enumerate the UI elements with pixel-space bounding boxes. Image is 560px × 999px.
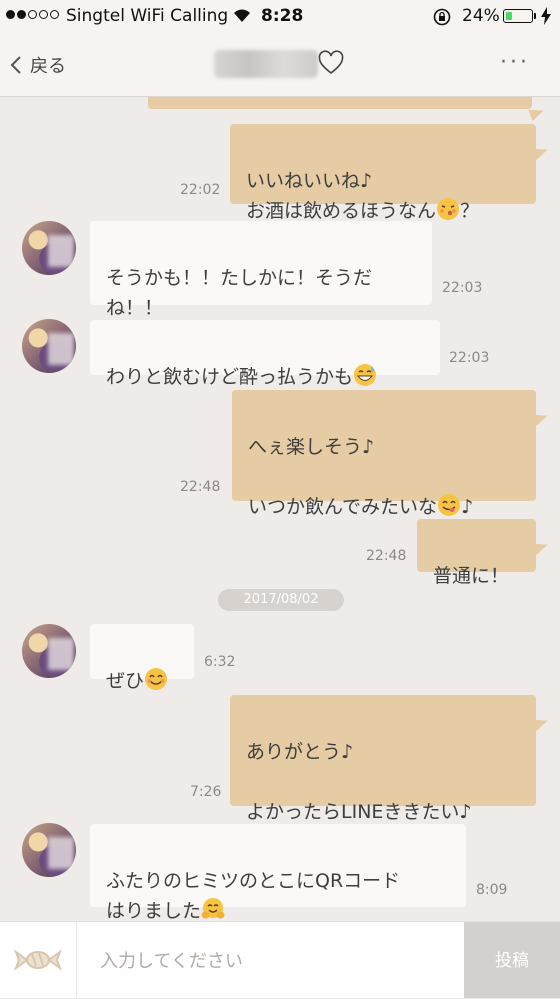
candy-icon[interactable] — [14, 944, 62, 976]
chevron-left-icon — [10, 56, 21, 74]
message-time: 22:03 — [442, 280, 483, 296]
date-separator: 2017/08/02 — [218, 589, 344, 611]
message-text: ぜひ — [106, 670, 145, 692]
wifi-icon — [234, 9, 250, 22]
incoming-message-bubble[interactable]: ぜひ — [90, 624, 194, 692]
status-time: 8:28 — [261, 6, 304, 26]
chat-thread[interactable]: 22:02 いいねいいね♪ お酒は飲めるほうなん ？ そうかも！！たしかに！そうだ… — [0, 97, 560, 921]
message-text: わりと飲むけど酔っ払うかも — [106, 366, 354, 388]
message-text: いいねいいね♪ お酒は飲めるほうなん — [246, 170, 437, 222]
message-text: ふたりのヒミツのとこにQRコード はりました — [106, 870, 401, 921]
message-time: 22:48 — [366, 548, 407, 564]
outgoing-message-bubble[interactable]: 普通に！ — [417, 519, 536, 587]
message-text: そうかも！！たしかに！そうだね！！ — [106, 267, 373, 319]
back-button[interactable]: 戻る — [10, 52, 66, 78]
message-text: ありがとう♪ よかったらLINEききたい♪ — [246, 741, 472, 823]
battery-tip — [534, 13, 536, 19]
message-time: 22:48 — [180, 479, 221, 495]
message-input[interactable] — [98, 946, 462, 976]
outgoing-message-bubble[interactable]: へぇ楽しそう♪ いつか飲んでみたいな ♪ — [232, 390, 536, 518]
more-options-button[interactable]: ··· — [500, 50, 530, 75]
blurred-contact-name — [214, 50, 318, 78]
nav-bar: 戻る ··· — [0, 34, 560, 97]
message-text-tail: ♪ — [461, 496, 474, 518]
battery-level — [505, 11, 512, 20]
back-label: 戻る — [30, 56, 66, 77]
post-button[interactable]: 投稿 — [464, 922, 560, 998]
status-bar: Singtel WiFi Calling 8:28 24% — [0, 0, 560, 34]
hugging-face-icon — [201, 897, 225, 921]
composer-divider — [76, 922, 77, 998]
message-time: 22:03 — [449, 350, 490, 366]
battery-icon — [503, 9, 533, 23]
avatar[interactable] — [22, 823, 76, 877]
outgoing-message-bubble[interactable]: いいねいいね♪ お酒は飲めるほうなん ？ — [230, 124, 536, 222]
incoming-message-bubble[interactable]: ふたりのヒミツのとこにQRコード はりました — [90, 824, 466, 921]
message-composer: 投稿 — [0, 921, 560, 998]
message-text: へぇ楽しそう♪ いつか飲んでみたいな — [248, 436, 438, 518]
incoming-message-bubble[interactable]: わりと飲むけど酔っ払うかも — [90, 320, 440, 388]
sweat-smile-icon — [353, 363, 377, 387]
avatar[interactable] — [22, 319, 76, 373]
carrier-name: Singtel WiFi Calling — [66, 6, 229, 26]
rotation-lock-icon — [433, 8, 451, 26]
message-time: 6:32 — [204, 654, 236, 670]
message-text-tail: ？ — [460, 200, 480, 222]
message-time: 8:09 — [476, 882, 508, 898]
message-time: 7:26 — [190, 784, 222, 800]
signal-strength-icon — [6, 10, 59, 19]
avatar[interactable] — [22, 221, 76, 275]
outgoing-message-bubble[interactable]: ありがとう♪ よかったらLINEききたい♪ — [230, 695, 536, 823]
avatar[interactable] — [22, 624, 76, 678]
kissing-face-icon — [436, 197, 460, 221]
smiling-face-icon — [144, 667, 168, 691]
message-time: 22:02 — [180, 182, 221, 198]
message-text: 普通に！ — [433, 565, 510, 587]
previous-message-bubble — [148, 97, 532, 109]
yum-face-icon — [437, 493, 461, 517]
battery-percent: 24% — [462, 6, 500, 26]
charging-bolt-icon — [541, 7, 551, 25]
heart-outline-icon[interactable] — [318, 50, 344, 76]
incoming-message-bubble[interactable]: そうかも！！たしかに！そうだね！！ — [90, 221, 432, 319]
